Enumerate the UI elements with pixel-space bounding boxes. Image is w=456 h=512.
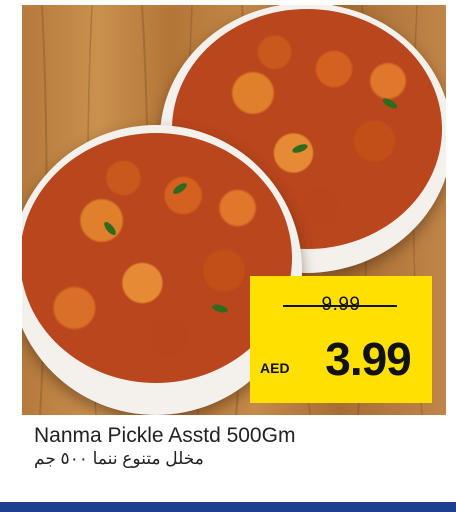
product-name-english: Nanma Pickle Asstd 500Gm xyxy=(34,424,296,447)
old-price-strikethrough xyxy=(283,305,397,307)
offer-price: 3.99 xyxy=(325,333,412,385)
currency-label: AED xyxy=(260,360,290,376)
price-tag: 9.99 AED 3.99 xyxy=(250,276,432,403)
product-name-arabic: مخلل متنوع ننما ٥٠٠ جم xyxy=(34,449,204,468)
footer-bar xyxy=(0,502,456,512)
